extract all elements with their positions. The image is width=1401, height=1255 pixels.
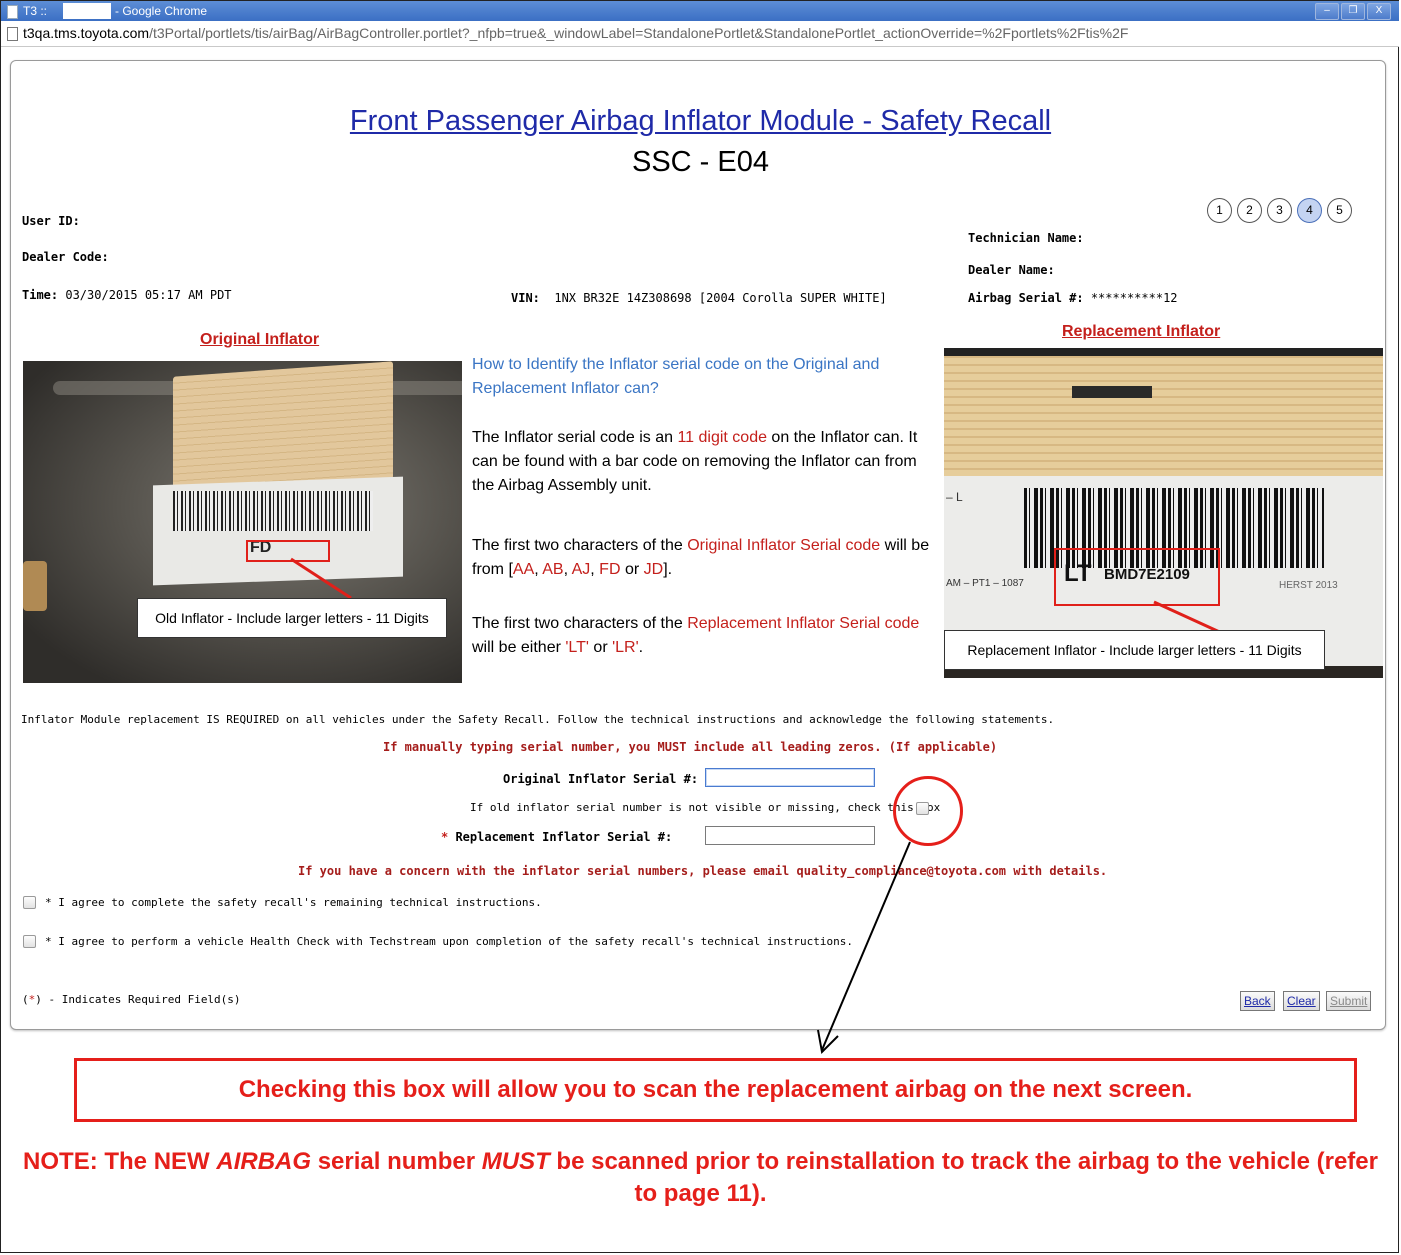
step-5: 5 [1327, 198, 1352, 223]
agree-technical-checkbox[interactable] [23, 896, 36, 909]
agree-health-check-label: * I agree to perform a vehicle Health Ch… [45, 935, 853, 948]
dealer-code-label: Dealer Code: [22, 250, 109, 264]
agree-health-check-checkbox[interactable] [23, 935, 36, 948]
airbag-serial-field: Airbag Serial #: **********12 [968, 291, 1178, 305]
callout-box: Checking this box will allow you to scan… [74, 1058, 1357, 1122]
replacement-inflator-heading: Replacement Inflator [1062, 323, 1221, 340]
window-title-suffix: - Google Chrome [115, 4, 208, 18]
step-2: 2 [1237, 198, 1262, 223]
url-host: t3qa.tms.toyota.com [23, 25, 150, 41]
time-field: Time: 03/30/2015 05:17 AM PDT [22, 288, 232, 302]
replacement-inflator-caption: Replacement Inflator - Include larger le… [944, 630, 1325, 670]
page-subtitle: SSC - E04 [632, 146, 769, 178]
instruction-paragraph-2: The first two characters of the Original… [472, 537, 930, 578]
step-1: 1 [1207, 198, 1232, 223]
minimize-button[interactable]: – [1315, 3, 1339, 20]
original-serial-input[interactable] [705, 768, 875, 787]
agree-technical-label: * I agree to complete the safety recall'… [45, 896, 542, 909]
window-controls: – ❐ X [1315, 3, 1391, 20]
replacement-serial-input[interactable] [705, 826, 875, 845]
instruction-paragraph-3: The first two characters of the Replacem… [472, 615, 920, 656]
requirement-notice: Inflator Module replacement IS REQUIRED … [21, 713, 1055, 726]
instruction-paragraph-1: The Inflator serial code is an 11 digit … [472, 429, 918, 494]
original-inflator-caption: Old Inflator - Include larger letters - … [137, 598, 447, 638]
restore-button[interactable]: ❐ [1341, 3, 1365, 20]
step-4-current: 4 [1297, 198, 1322, 223]
vin-value: 1NX BR32E 14Z308698 [2004 Corolla SUPER … [554, 291, 887, 305]
time-value: 03/30/2015 05:17 AM PDT [65, 288, 232, 302]
dealer-name-label: Dealer Name: [968, 263, 1055, 277]
user-id-label: User ID: [22, 214, 80, 228]
pointer-arrow [1153, 600, 1225, 636]
redacted-title [63, 3, 111, 19]
missing-serial-label: If old inflator serial number is not vis… [470, 801, 941, 814]
document-icon [7, 27, 18, 41]
step-3: 3 [1267, 198, 1292, 223]
replacement-inflator-photo: – L AM – PT1 – 1087 LT BMD7E2109 HERST 2… [944, 348, 1383, 678]
scan-note: NOTE: The NEW AIRBAG serial number MUST … [23, 1148, 1378, 1207]
url-text[interactable]: t3qa.tms.toyota.com/t3Portal/portlets/ti… [23, 25, 1128, 41]
original-inflator-photo: FD Old Inflator - Include larger letters… [23, 361, 462, 683]
url-path: /t3Portal/portlets/tis/airBag/AirBagCont… [149, 25, 1129, 41]
clear-button[interactable]: Clear [1283, 991, 1320, 1011]
original-serial-label: Original Inflator Serial #: [503, 772, 699, 786]
address-bar[interactable]: t3qa.tms.toyota.com/t3Portal/portlets/ti… [1, 21, 1399, 47]
submit-button[interactable]: Submit [1326, 991, 1372, 1011]
identify-question: How to Identify the Inflator serial code… [472, 356, 880, 397]
window-titlebar: T3 :: - Google Chrome – ❐ X [1, 1, 1399, 21]
close-button[interactable]: X [1367, 3, 1391, 20]
required-fields-legend: (*) - Indicates Required Field(s) [22, 993, 241, 1006]
back-button[interactable]: Back [1240, 991, 1275, 1011]
leading-zeros-warning: If manually typing serial number, you MU… [383, 740, 998, 754]
window-title-prefix: T3 :: [23, 4, 48, 18]
page-icon [7, 5, 18, 19]
checkbox-highlight-circle [893, 776, 963, 846]
original-inflator-heading: Original Inflator [200, 331, 320, 348]
concern-email-notice: If you have a concern with the inflator … [298, 864, 1108, 878]
replacement-serial-label: * Replacement Inflator Serial #: [441, 830, 673, 844]
step-indicator: 1 2 3 4 5 [1207, 198, 1352, 223]
page-title: Front Passenger Airbag Inflator Module -… [349, 105, 1052, 137]
technician-name-label: Technician Name: [968, 231, 1084, 245]
airbag-serial-value: **********12 [1090, 291, 1178, 305]
vin-field: VIN: 1NX BR32E 14Z308698 [2004 Corolla S… [511, 291, 887, 305]
